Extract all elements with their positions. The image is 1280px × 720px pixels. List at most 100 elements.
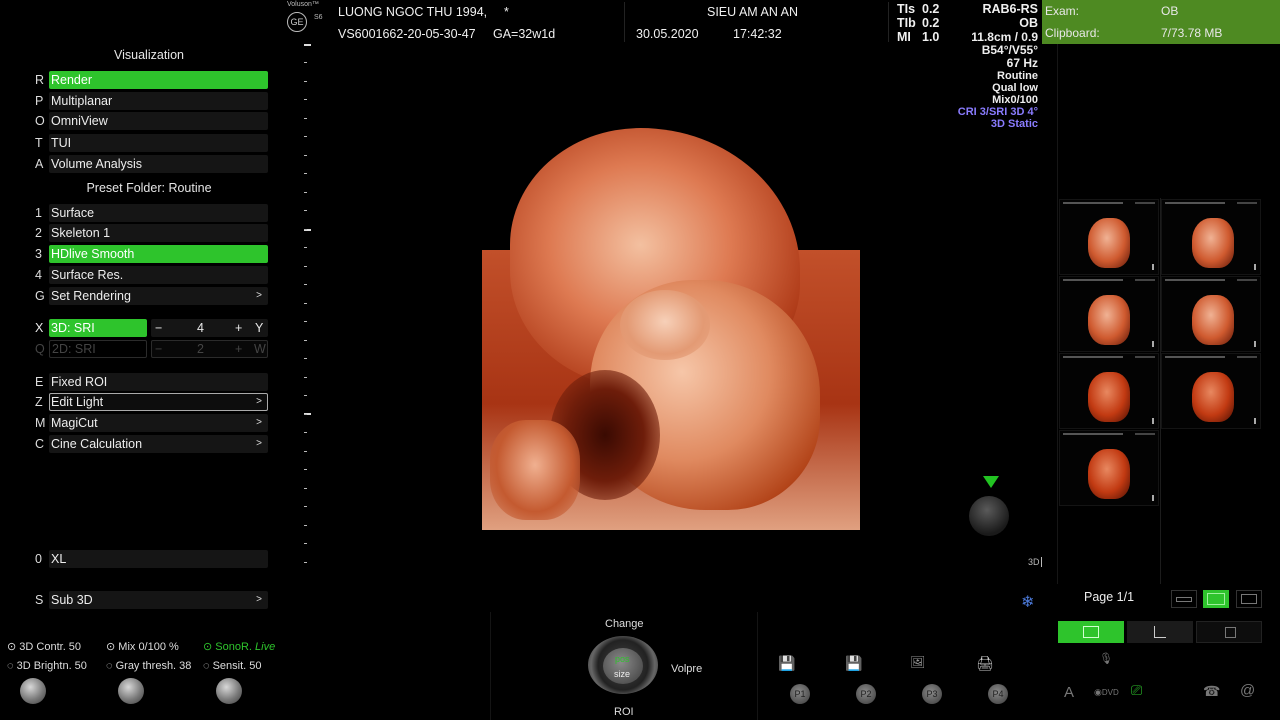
scan-param: Mix0/100: [992, 94, 1038, 106]
preset-hdlive-smooth[interactable]: 3 HDlive Smooth: [30, 245, 268, 263]
clipboard-thumbnail[interactable]: [1161, 276, 1261, 352]
preset-button-p2[interactable]: P2: [856, 684, 876, 704]
mix-knob[interactable]: [118, 678, 144, 704]
clinic-name: SIEU AM AN AN: [707, 5, 799, 19]
menu-item-label: OmniView: [51, 114, 108, 128]
header-divider: [888, 2, 889, 42]
preset-surface[interactable]: 1 Surface: [30, 204, 268, 222]
clipboard-thumbnail[interactable]: [1161, 199, 1261, 275]
menu-item-label: Fixed ROI: [51, 375, 108, 389]
menu-item-label: Cine Calculation: [51, 437, 143, 451]
set-rendering[interactable]: G Set Rendering >: [30, 287, 268, 305]
sonor-label: SonoR.: [215, 641, 252, 653]
plus-icon[interactable]: +: [235, 319, 242, 337]
sensit-control[interactable]: ◌ Sensit. 50: [203, 660, 262, 672]
magicut[interactable]: M MagiCut >: [30, 414, 268, 432]
edit-light[interactable]: Z Edit Light >: [30, 393, 268, 411]
preset-button-p4[interactable]: P4: [988, 684, 1008, 704]
fixed-roi[interactable]: E Fixed ROI: [30, 373, 268, 391]
text-icon[interactable]: A: [1064, 684, 1074, 701]
shortcut-key: A: [35, 157, 44, 171]
ruler-tick: [304, 229, 307, 230]
ruler-tick: [304, 488, 307, 489]
mi-label: MI: [897, 30, 911, 44]
sri-3d-label: 3D: SRI: [51, 321, 95, 335]
save-3d-icon[interactable]: 💾: [778, 655, 795, 672]
preset-skeleton[interactable]: 2 Skeleton 1: [30, 224, 268, 242]
preset-button-p3[interactable]: P3: [922, 684, 942, 704]
sri-3d-stepper[interactable]: − 4 +: [151, 319, 268, 337]
clipboard-thumbnail[interactable]: [1161, 353, 1261, 429]
clipboard-thumbnail[interactable]: [1059, 353, 1159, 429]
layout-large-grid-button[interactable]: [1236, 590, 1262, 608]
chevron-right-icon: >: [256, 438, 262, 449]
menu-item-omniview[interactable]: O OmniView: [30, 112, 268, 130]
clipboard-thumbnail[interactable]: [1059, 199, 1159, 275]
shortcut-key: 2: [35, 226, 42, 240]
menu-item-tui[interactable]: T TUI: [30, 134, 268, 152]
clipboard-thumbnail[interactable]: [1059, 276, 1159, 352]
shortcut-key: Y: [255, 321, 264, 335]
chevron-right-icon: >: [256, 396, 262, 407]
preset-button-p1[interactable]: P1: [790, 684, 810, 704]
gear-icon[interactable]: ❄: [1021, 592, 1034, 612]
gray-thresh-control[interactable]: ◌ Gray thresh. 38: [106, 660, 191, 672]
sonor-knob[interactable]: [216, 678, 242, 704]
mix-control[interactable]: ⊙ Mix 0/100 %: [106, 640, 179, 653]
menu-item-multiplanar[interactable]: P Multiplanar: [30, 92, 268, 110]
ruler-tick: [304, 321, 307, 322]
thumbnail-view-button[interactable]: [1058, 621, 1124, 643]
minus-icon[interactable]: −: [155, 319, 162, 337]
cine-calculation[interactable]: C Cine Calculation >: [30, 435, 268, 453]
clipboard-row: Clipboard: 7/73.78 MB: [1042, 22, 1280, 44]
contr-knob[interactable]: [20, 678, 46, 704]
report-view-button[interactable]: [1196, 621, 1262, 643]
exam-label: Exam:: [1045, 4, 1080, 18]
menu-item-label: Multiplanar: [51, 94, 113, 108]
ruler-tick: [304, 451, 307, 452]
sub-3d[interactable]: S Sub 3D >: [30, 591, 268, 609]
shortcut-key: Z: [35, 395, 43, 409]
ge-logo: GE: [287, 12, 307, 32]
contr-control[interactable]: ⊙ 3D Contr. 50: [7, 640, 81, 653]
chevron-right-icon: >: [256, 594, 262, 605]
light-source-icon[interactable]: [969, 496, 1009, 536]
ruler-tick: [304, 266, 307, 267]
menu-item-volume-analysis[interactable]: A Volume Analysis: [30, 155, 268, 173]
minus-icon: −: [155, 342, 163, 356]
scan-param-accent: 3D Static: [990, 118, 1038, 130]
clipboard-thumbnail[interactable]: [1059, 430, 1159, 506]
sri-3d-value: 4: [197, 321, 204, 335]
ruler-tick: [304, 525, 307, 526]
microphone-icon[interactable]: 🎙: [1099, 652, 1113, 665]
chart-view-button[interactable]: [1127, 621, 1193, 643]
sonor-control[interactable]: ⊙ SonoR. Live: [203, 640, 275, 653]
image-icon[interactable]: 🖼: [910, 655, 925, 669]
shortcut-key: M: [35, 416, 46, 430]
tib-label: TIb: [897, 16, 916, 30]
ruler-tick: [304, 432, 307, 433]
print-icon[interactable]: 🖨: [976, 655, 994, 672]
menu-item-label: Skeleton 1: [51, 226, 111, 240]
shortcut-key: 1: [35, 206, 42, 220]
brightn-control[interactable]: ◌ 3D Brightn. 50: [7, 660, 87, 672]
ruler-tick: [304, 192, 307, 193]
arrow-down-icon: [983, 476, 999, 488]
network-icon[interactable]: ⎚: [1131, 682, 1142, 699]
sri-2d-label: 2D: SRI: [52, 342, 96, 356]
ruler-tick: [304, 247, 307, 248]
preset-surface-res[interactable]: 4 Surface Res.: [30, 266, 268, 284]
sri-3d-button[interactable]: 3D: SRI: [49, 319, 147, 337]
save-volume-icon[interactable]: 💾: [845, 655, 862, 672]
trackball-pos-size[interactable]: pos size: [603, 648, 643, 684]
layout-grid-button[interactable]: [1203, 590, 1229, 608]
printer-icon[interactable]: ☎: [1203, 683, 1220, 700]
menu-item-render[interactable]: R Render: [30, 71, 268, 89]
rendered-3d-volume[interactable]: [470, 120, 870, 540]
layout-single-button[interactable]: [1171, 590, 1197, 608]
patient-name: LUONG NGOC THU 1994,: [338, 5, 488, 19]
dvd-icon[interactable]: ◉DVD: [1094, 687, 1119, 698]
email-icon[interactable]: @: [1240, 682, 1255, 699]
xl-option[interactable]: 0 XL: [30, 550, 268, 568]
dvd-label: DVD: [1101, 688, 1119, 697]
